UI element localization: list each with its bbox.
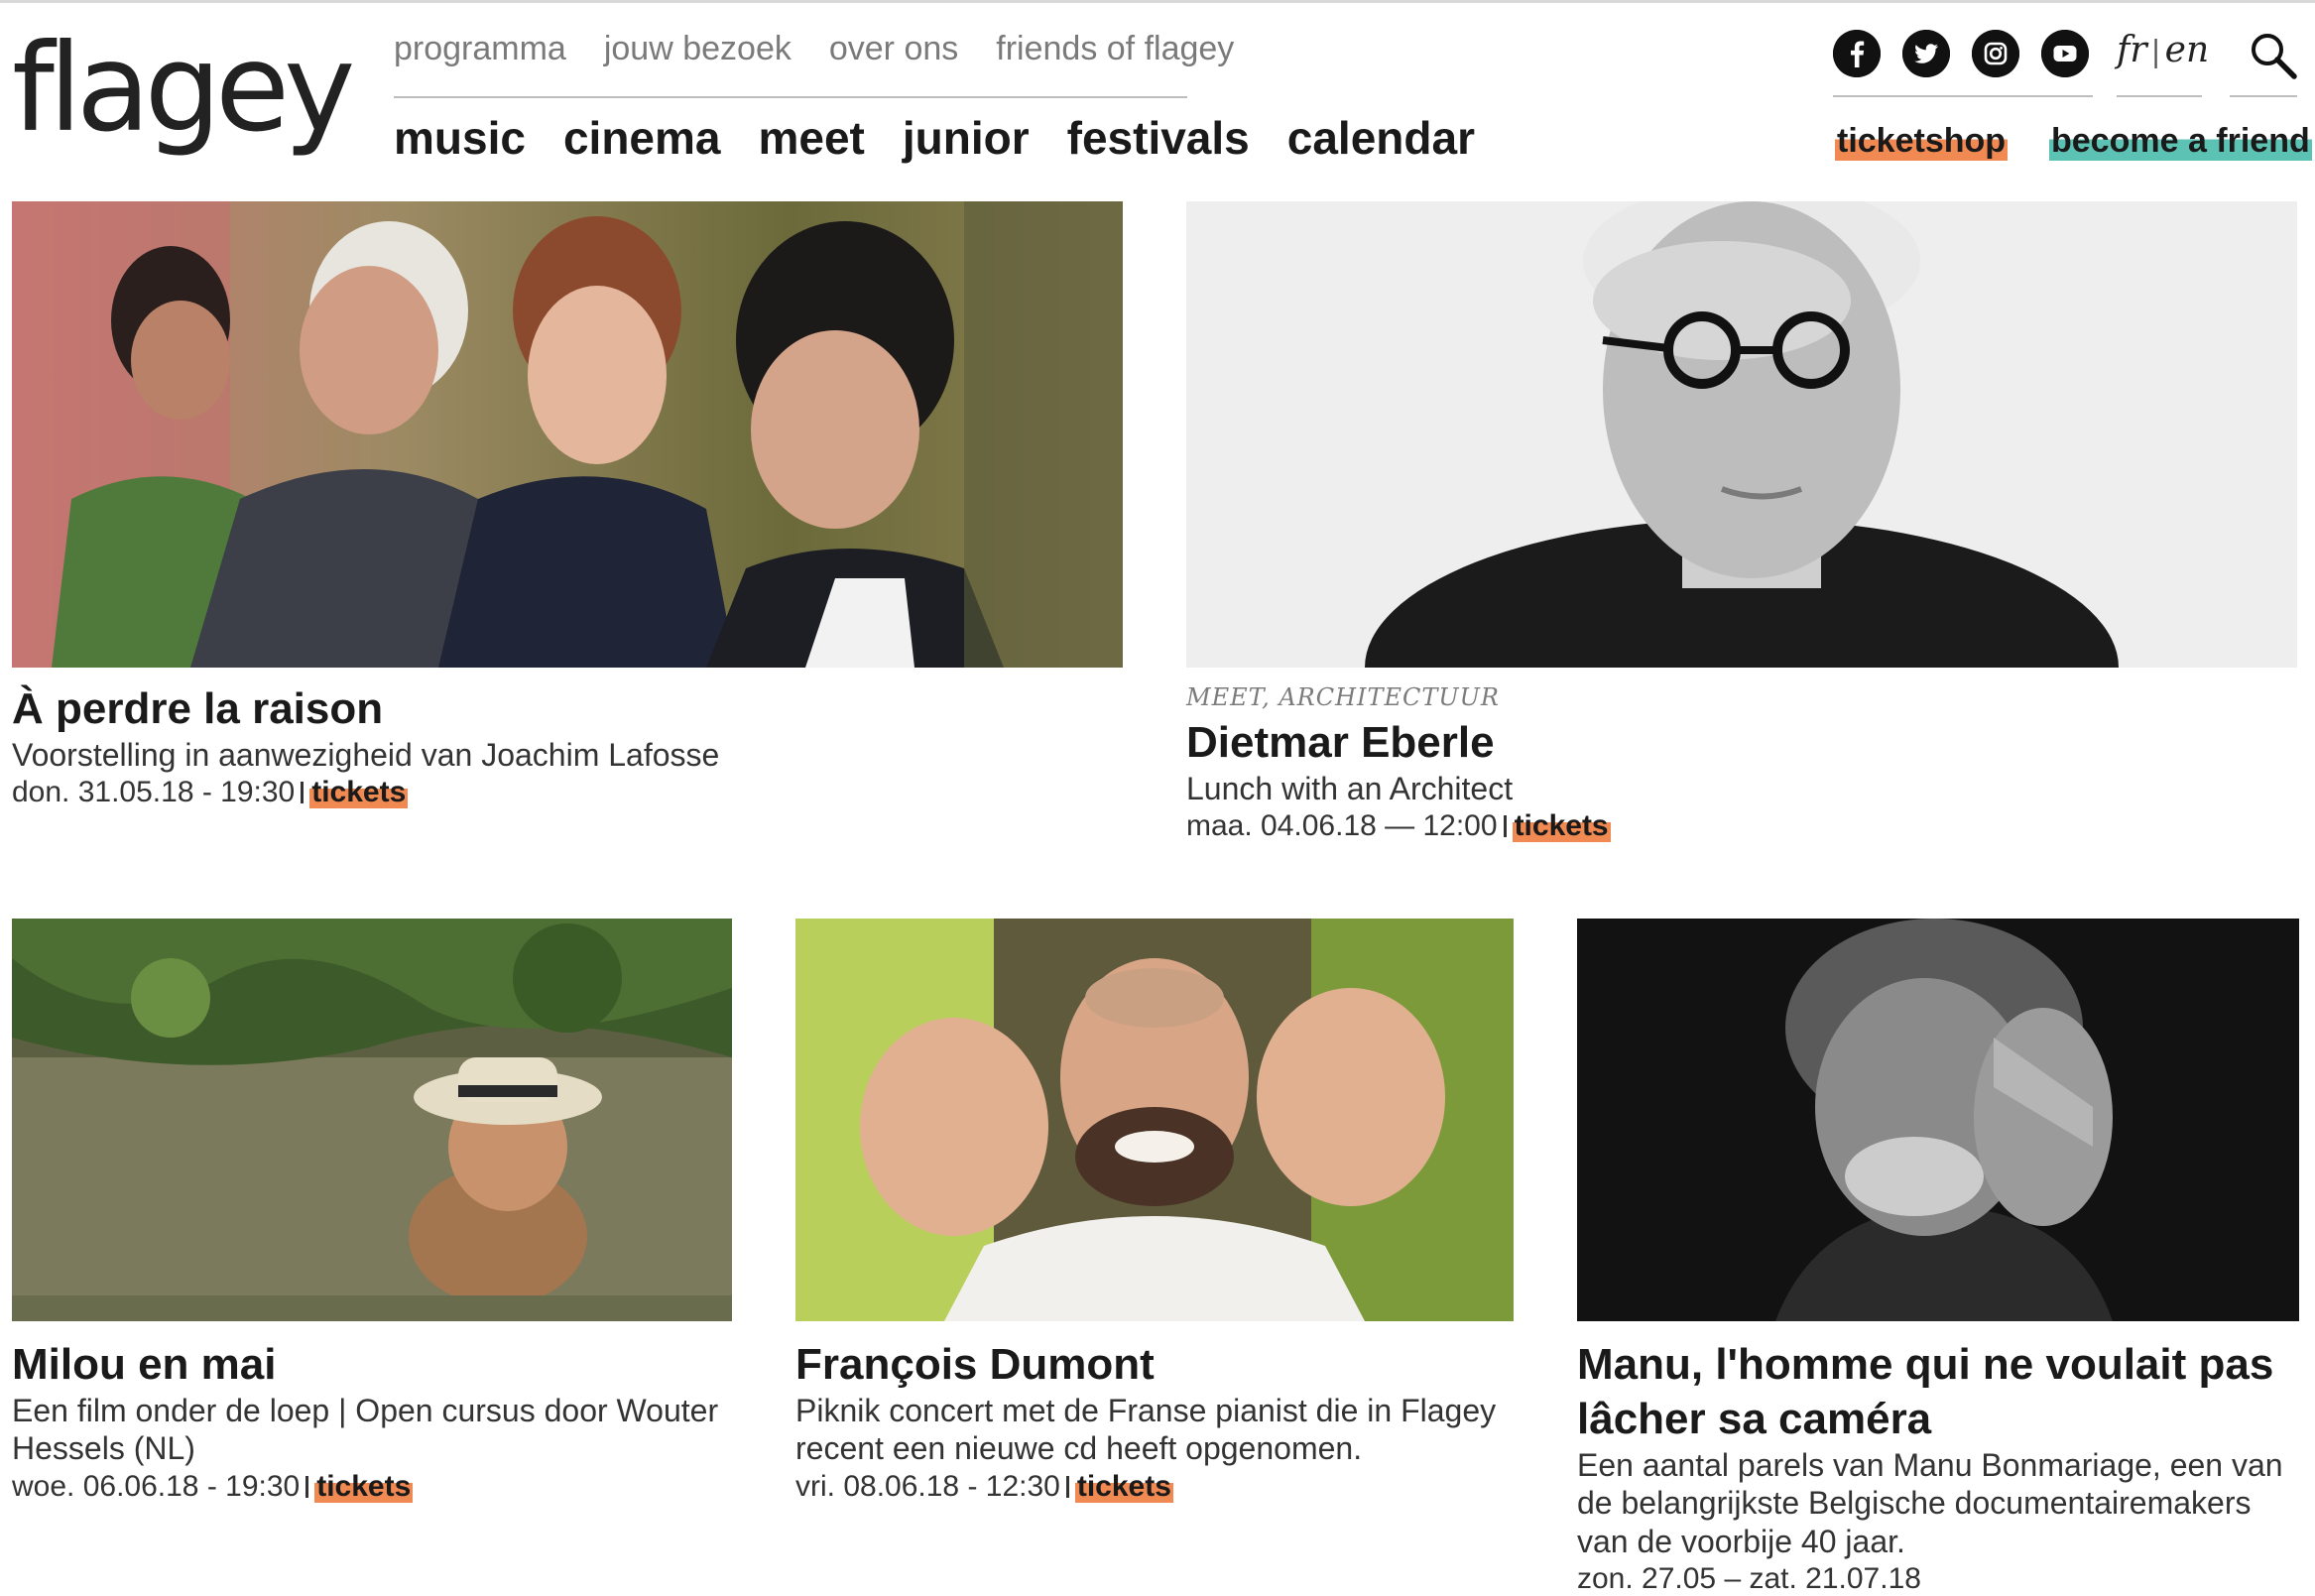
- event-date: vri. 08.06.18 - 12:30: [795, 1469, 1060, 1503]
- social-links: [1833, 30, 2089, 77]
- event-subtitle: Voorstelling in aanwezigheid van Joachim…: [12, 737, 720, 773]
- tickets-link[interactable]: tickets: [309, 776, 409, 809]
- event-date: maa. 04.06.18 — 12:00: [1186, 809, 1498, 843]
- event-card[interactable]: Milou en mai Een film onder de loep | Op…: [12, 919, 732, 1504]
- youtube-icon[interactable]: [2041, 30, 2089, 77]
- top-border: [0, 0, 2315, 3]
- event-date-row: maa. 04.06.18 — 12:00 tickets: [1186, 809, 2297, 843]
- event-date-row: vri. 08.06.18 - 12:30 tickets: [795, 1469, 1514, 1504]
- subnav-item-jouw-bezoek[interactable]: jouw bezoek: [604, 30, 792, 68]
- event-subtitle: Een aantal parels van Manu Bonmariage, e…: [1577, 1447, 2283, 1559]
- subnav-divider: [394, 96, 1187, 98]
- social-divider: [1833, 95, 2093, 97]
- event-image-francois-dumont[interactable]: [795, 919, 1514, 1321]
- secondary-nav: programma jouw bezoek over ons friends o…: [394, 30, 1234, 68]
- event-title[interactable]: À perdre la raison: [12, 681, 1123, 736]
- tickets-link[interactable]: tickets: [1074, 1469, 1173, 1503]
- nav-item-junior[interactable]: junior: [903, 111, 1030, 165]
- event-date-row: woe. 06.06.18 - 19:30 tickets: [12, 1469, 732, 1504]
- subnav-item-programma[interactable]: programma: [394, 30, 566, 68]
- nav-item-calendar[interactable]: calendar: [1287, 111, 1475, 165]
- event-subtitle: Een film onder de loep | Open cursus doo…: [12, 1393, 719, 1467]
- instagram-icon[interactable]: [1972, 30, 2019, 77]
- event-date: don. 31.05.18 - 19:30: [12, 776, 296, 809]
- main-nav: music cinema meet junior festivals calen…: [394, 111, 1475, 165]
- event-image-milou-en-mai[interactable]: [12, 919, 732, 1321]
- language-switcher: fr | en: [2117, 30, 2209, 70]
- event-card[interactable]: François Dumont Piknik concert met de Fr…: [795, 919, 1514, 1504]
- event-card[interactable]: À perdre la raison Voorstelling in aanwe…: [12, 201, 1123, 809]
- tickets-link[interactable]: tickets: [314, 1469, 414, 1503]
- event-subtitle: Piknik concert met de Franse pianist die…: [795, 1393, 1497, 1467]
- nav-item-cinema[interactable]: cinema: [563, 111, 721, 165]
- event-date-row: don. 31.05.18 - 19:30 tickets: [12, 776, 1123, 809]
- site-logo[interactable]: flagey: [12, 28, 355, 149]
- event-image-dietmar-eberle[interactable]: [1186, 201, 2297, 668]
- event-title[interactable]: Dietmar Eberle: [1186, 715, 2297, 770]
- event-card[interactable]: Manu, l'homme qui ne voulait pas lâcher …: [1577, 919, 2299, 1596]
- event-title[interactable]: Manu, l'homme qui ne voulait pas lâcher …: [1577, 1337, 2299, 1446]
- search-divider: [2230, 95, 2297, 97]
- search-icon[interactable]: [2248, 30, 2299, 81]
- lang-en-link[interactable]: en: [2165, 30, 2210, 70]
- ticketshop-link[interactable]: ticketshop: [1835, 122, 2009, 161]
- divider: [305, 1475, 309, 1498]
- event-image-manu[interactable]: [1577, 919, 2299, 1321]
- nav-item-meet[interactable]: meet: [758, 111, 864, 165]
- event-date: zon. 27.05 – zat. 21.07.18: [1577, 1562, 1921, 1596]
- event-subtitle: Lunch with an Architect: [1186, 771, 1514, 806]
- nav-item-festivals[interactable]: festivals: [1067, 111, 1250, 165]
- lang-divider: [2117, 95, 2202, 97]
- tickets-link[interactable]: tickets: [1512, 809, 1611, 843]
- lang-separator: |: [2150, 35, 2161, 69]
- divider: [1503, 815, 1507, 838]
- event-image-a-perdre-la-raison[interactable]: [12, 201, 1123, 668]
- become-a-friend-link[interactable]: become a friend: [2049, 122, 2312, 161]
- event-date: woe. 06.06.18 - 19:30: [12, 1469, 301, 1503]
- divider: [301, 782, 305, 804]
- subnav-item-over-ons[interactable]: over ons: [829, 30, 958, 68]
- twitter-icon[interactable]: [1902, 30, 1950, 77]
- facebook-icon[interactable]: [1833, 30, 1881, 77]
- divider: [1065, 1475, 1069, 1498]
- nav-item-music[interactable]: music: [394, 111, 526, 165]
- lang-fr-link[interactable]: fr: [2117, 30, 2147, 70]
- event-card[interactable]: MEET, ARCHITECTUUR Dietmar Eberle Lunch …: [1186, 201, 2297, 843]
- subnav-item-friends-of-flagey[interactable]: friends of flagey: [996, 30, 1234, 68]
- event-title[interactable]: Milou en mai: [12, 1337, 732, 1392]
- event-title[interactable]: François Dumont: [795, 1337, 1514, 1392]
- event-category: MEET, ARCHITECTUUR: [1186, 683, 1500, 711]
